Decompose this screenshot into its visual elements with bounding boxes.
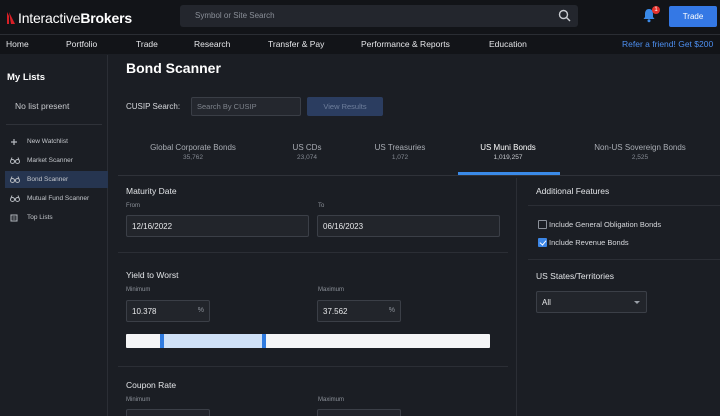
search-placeholder: Symbol or Site Search [195, 11, 275, 20]
section-divider [528, 259, 720, 260]
nav-research[interactable]: Research [194, 39, 230, 49]
tab-label: Global Corporate Bonds [150, 143, 236, 152]
us-states-title: US States/Territories [536, 271, 614, 281]
tab-count: 1,019,257 [493, 154, 523, 161]
coupon-rate-title: Coupon Rate [126, 380, 177, 390]
tab-count: 35,762 [183, 154, 203, 161]
coupon-min-label: Minimum [126, 397, 151, 403]
main-nav: Home Portfolio Trade Research Transfer &… [0, 34, 720, 54]
plus-icon [10, 138, 24, 146]
field-value: 06/16/2023 [323, 222, 364, 231]
nav-portfolio[interactable]: Portfolio [66, 39, 97, 49]
maturity-to-field[interactable]: 06/16/2023 [317, 215, 500, 237]
brand-logo[interactable]: InteractiveBrokers [6, 9, 132, 27]
sidebar-item-label: New Watchlist [27, 138, 68, 145]
yield-min-label: Minimum [126, 287, 151, 293]
tab-count: 2,525 [631, 154, 649, 161]
yield-max-handle[interactable] [262, 334, 266, 348]
maturity-date-title: Maturity Date [126, 186, 177, 196]
tab-count: 1,072 [391, 154, 409, 161]
maturity-from-field[interactable]: 12/16/2022 [126, 215, 309, 237]
nav-trade[interactable]: Trade [136, 39, 158, 49]
coupon-min-field[interactable] [126, 409, 210, 416]
refer-friend-link[interactable]: Refer a friend! Get $200 [622, 39, 713, 49]
general-obligation-label[interactable]: Include General Obligation Bonds [549, 220, 661, 229]
tab-us-treasuries[interactable]: US Treasuries 1,072 [366, 143, 434, 161]
bond-type-tabs: Global Corporate Bonds 35,762 US CDs 23,… [118, 132, 720, 176]
section-divider [118, 366, 508, 367]
sidebar-item-bond-scanner[interactable]: Bond Scanner [5, 171, 108, 188]
sidebar-item-label: Top Lists [27, 214, 53, 221]
revenue-bonds-checkbox[interactable] [538, 238, 547, 247]
tab-label: US CDs [292, 143, 322, 152]
my-lists-sidebar: My Lists No list present New Watchlist M… [0, 55, 108, 416]
site-search-input[interactable]: Symbol or Site Search [180, 5, 578, 27]
sidebar-item-mutual-fund-scanner[interactable]: Mutual Fund Scanner [5, 190, 108, 207]
nav-home[interactable]: Home [6, 39, 29, 49]
yield-range-slider[interactable] [126, 334, 490, 348]
yield-min-handle[interactable] [160, 334, 164, 348]
sidebar-item-market-scanner[interactable]: Market Scanner [5, 152, 108, 169]
sidebar-item-label: Bond Scanner [27, 176, 69, 183]
trade-button[interactable]: Trade [669, 6, 717, 27]
yield-max-label: Maximum [318, 287, 345, 293]
coupon-max-label: Maximum [318, 397, 345, 403]
binoculars-icon [10, 157, 24, 164]
tab-label: US Treasuries [374, 143, 426, 152]
field-value: 37.562 [323, 307, 348, 316]
section-divider [528, 205, 720, 206]
tab-count: 23,074 [297, 154, 317, 161]
active-tab-indicator [458, 172, 560, 175]
nav-education[interactable]: Education [489, 39, 527, 49]
no-list-message: No list present [15, 101, 70, 111]
tab-label: US Muni Bonds [480, 143, 536, 152]
sidebar-item-label: Market Scanner [27, 157, 73, 164]
panel-divider [516, 178, 517, 416]
field-value: 12/16/2022 [132, 222, 173, 231]
binoculars-icon [10, 195, 24, 202]
ib-logo-icon [7, 12, 15, 24]
page-title: Bond Scanner [126, 60, 221, 76]
coupon-max-field[interactable] [317, 409, 401, 416]
us-states-select[interactable]: All [536, 291, 647, 313]
section-divider [118, 252, 508, 253]
select-value: All [542, 298, 551, 307]
tab-us-cds[interactable]: US CDs 23,074 [280, 143, 334, 161]
brand-name: InteractiveBrokers [18, 10, 132, 26]
view-results-button[interactable]: View Results [307, 97, 383, 116]
sidebar-title: My Lists [7, 72, 46, 83]
tab-us-muni-bonds[interactable]: US Muni Bonds 1,019,257 [464, 143, 552, 161]
notification-count-badge: 1 [652, 6, 660, 14]
percent-unit: % [197, 307, 204, 314]
yield-range-fill [162, 334, 264, 348]
top-bar: InteractiveBrokers Symbol or Site Search… [0, 0, 720, 34]
chevron-down-icon [634, 301, 640, 304]
cusip-search-input[interactable]: Search By CUSIP [191, 97, 301, 116]
sidebar-item-label: Mutual Fund Scanner [27, 195, 90, 202]
yield-max-field[interactable]: 37.562 % [317, 300, 401, 322]
sidebar-item-new-watchlist[interactable]: New Watchlist [5, 133, 108, 150]
field-value: 10.378 [132, 307, 157, 316]
yield-to-worst-title: Yield to Worst [126, 270, 179, 280]
list-icon [10, 214, 24, 222]
yield-min-field[interactable]: 10.378 % [126, 300, 210, 322]
maturity-from-label: From [126, 203, 140, 209]
tab-non-us-sovereign-bonds[interactable]: Non-US Sovereign Bonds 2,525 [584, 143, 696, 161]
sidebar-item-top-lists[interactable]: Top Lists [5, 209, 108, 226]
additional-features-title: Additional Features [536, 186, 610, 196]
nav-performance-reports[interactable]: Performance & Reports [361, 39, 450, 49]
nav-transfer-pay[interactable]: Transfer & Pay [268, 39, 324, 49]
revenue-bonds-label[interactable]: Include Revenue Bonds [549, 238, 629, 247]
maturity-to-label: To [318, 203, 325, 209]
sidebar-divider [6, 124, 102, 125]
tab-global-corporate-bonds[interactable]: Global Corporate Bonds 35,762 [140, 143, 246, 161]
binoculars-icon [10, 176, 24, 183]
cusip-placeholder: Search By CUSIP [197, 102, 257, 111]
tab-label: Non-US Sovereign Bonds [594, 143, 686, 152]
general-obligation-checkbox[interactable] [538, 220, 547, 229]
search-icon[interactable] [558, 9, 571, 22]
cusip-search-label: CUSIP Search: [126, 102, 181, 111]
percent-unit: % [388, 307, 395, 314]
